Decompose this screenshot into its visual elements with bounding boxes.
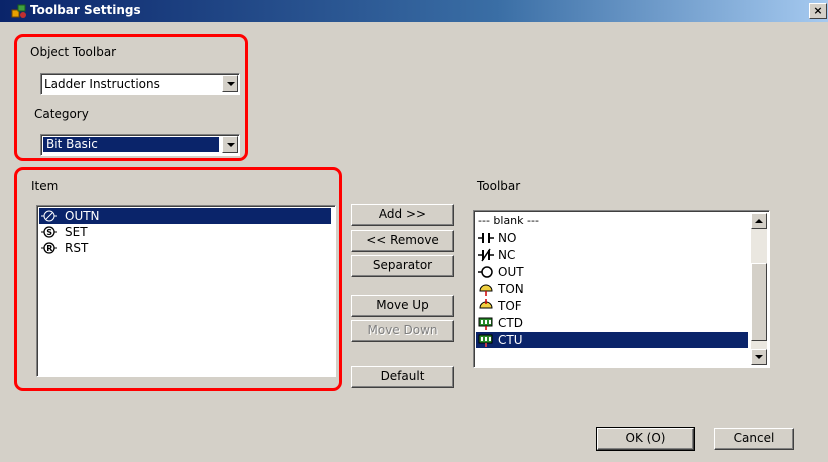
list-item[interactable]: OUT [476,264,748,280]
list-item[interactable]: NO [476,230,748,246]
toolbar-label: Toolbar [477,179,521,193]
list-item[interactable]: TOF [476,298,748,314]
list-item[interactable]: NC [476,247,748,263]
tof-timer-icon [479,299,493,309]
scroll-up-icon[interactable] [751,213,767,229]
list-item[interactable]: TON [476,281,748,297]
annotation-highlight-item [14,167,342,391]
separator-button[interactable]: Separator [351,255,454,277]
nc-contact-icon [478,248,494,262]
toolbar-item-text: NO [498,231,517,245]
remove-button[interactable]: << Remove [351,230,454,252]
toolbar-item-text: CTU [498,333,523,347]
toolbar-settings-icon [11,4,26,18]
ok-button[interactable]: OK (O) [596,427,695,451]
toolbar-item-text: OUT [498,265,524,279]
close-icon: × [813,4,823,17]
add-button[interactable]: Add >> [351,204,454,226]
no-contact-icon [478,233,494,243]
toolbar-item-text: TOF [498,299,522,313]
ctu-counter-icon [478,334,493,347]
title-bar[interactable]: Toolbar Settings × [0,0,828,22]
cancel-button[interactable]: Cancel [714,428,794,450]
move-down-button[interactable]: Move Down [351,320,454,342]
list-item[interactable]: --- blank --- [476,213,748,229]
ctd-counter-icon [478,317,493,330]
toolbar-item-text: --- blank --- [478,214,539,227]
scroll-down-icon[interactable] [751,349,767,365]
close-button[interactable]: × [809,3,827,19]
toolbar-list-scrollbar[interactable] [751,213,767,365]
list-item[interactable]: CTD [476,315,748,331]
toolbar-item-text: NC [498,248,516,262]
toolbar-settings-dialog: Toolbar Settings × Object Toolbar Ladder… [0,0,828,462]
list-item[interactable]: CTU [476,332,748,348]
dialog-title: Toolbar Settings [30,3,141,17]
ton-timer-icon [479,284,493,296]
toolbar-list[interactable]: --- blank --- NO NC OUT TON TOF CTD CTU [473,210,770,368]
default-button[interactable]: Default [351,366,454,388]
toolbar-item-text: CTD [498,316,523,330]
scroll-thumb[interactable] [751,263,767,341]
toolbar-item-text: TON [498,282,524,296]
out-coil-icon [478,266,493,278]
annotation-highlight-top [14,34,248,161]
move-up-button[interactable]: Move Up [351,295,454,317]
